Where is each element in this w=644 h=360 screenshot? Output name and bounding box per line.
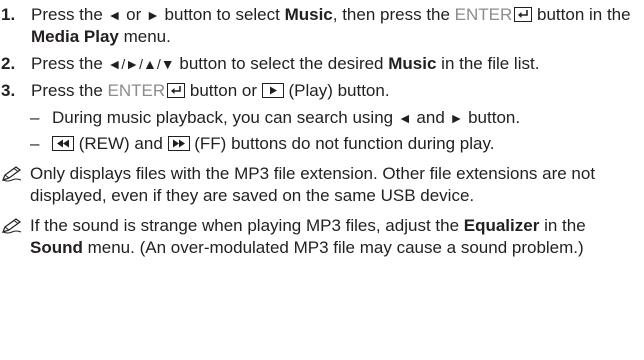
- pencil-note-icon: [0, 163, 30, 185]
- text-run: During music playback, you can search us…: [52, 108, 398, 127]
- text-run: If the sound is strange when playing MP3…: [30, 216, 464, 235]
- enter-key-icon: [514, 7, 533, 22]
- enter-label: ENTER: [107, 81, 166, 100]
- left-arrow-glyph: ◄: [107, 7, 122, 23]
- pencil-note-icon: [0, 215, 30, 237]
- enter-key-icon: [167, 83, 186, 98]
- text-run: menu.: [118, 27, 171, 46]
- text-run: button to select: [159, 5, 285, 24]
- right-arrow-glyph: ►: [145, 7, 160, 23]
- fast-forward-button-icon: [167, 136, 190, 151]
- keyword-music: Music: [388, 54, 437, 73]
- note-2: If the sound is strange when playing MP3…: [0, 215, 636, 259]
- note-text: Only displays files with the MP3 file ex…: [30, 164, 596, 205]
- text-run: button to select the desired: [174, 54, 389, 73]
- keyword-sound: Sound: [30, 238, 83, 257]
- step-number: 3.: [1, 81, 16, 100]
- play-button-icon: [261, 83, 284, 98]
- text-run: (REW) and: [74, 134, 168, 153]
- dash-marker: –: [30, 108, 40, 127]
- keyword-music: Music: [284, 5, 333, 24]
- step-3: 3. Press the ENTER button or (Play) butt…: [0, 80, 636, 102]
- rewind-button-icon: [52, 136, 74, 151]
- step-text: Press the ENTER button or (Play) button.: [31, 80, 636, 102]
- right-arrow-glyph: ►: [449, 110, 464, 126]
- text-run: button in the: [532, 5, 631, 24]
- sub-item-2: – (REW) and (FF) buttons do not function…: [30, 133, 636, 155]
- dash-marker: –: [30, 134, 40, 153]
- text-run: in the file list.: [436, 54, 540, 73]
- direction-arrows-glyph: ◄/►/▲/▼: [107, 56, 175, 72]
- text-run: (FF) buttons do not function during play…: [189, 134, 495, 153]
- text-run: in the: [539, 216, 586, 235]
- text-run: menu. (An over-modulated MP3 file may ca…: [82, 238, 584, 257]
- text-run: and: [411, 108, 450, 127]
- instruction-page: 1. Press the ◄ or ► button to select Mus…: [0, 0, 644, 360]
- text-run: (Play) button.: [283, 81, 390, 100]
- step-text: Press the ◄/►/▲/▼ button to select the d…: [31, 53, 636, 75]
- text-run: Press the: [31, 81, 108, 100]
- enter-label: ENTER: [454, 5, 513, 24]
- note-1: Only displays files with the MP3 file ex…: [0, 163, 636, 207]
- sub-item-text: (REW) and (FF) buttons do not function d…: [52, 133, 494, 155]
- step-1: 1. Press the ◄ or ► button to select Mus…: [0, 4, 636, 48]
- sub-item-text: During music playback, you can search us…: [52, 107, 520, 129]
- text-run: Press the: [31, 5, 108, 24]
- step-number: 2.: [1, 54, 16, 73]
- keyword-media-play: Media Play: [31, 27, 119, 46]
- keyword-equalizer: Equalizer: [463, 216, 540, 235]
- text-run: Press the: [31, 54, 108, 73]
- step-2: 2. Press the ◄/►/▲/▼ button to select th…: [0, 53, 636, 75]
- text-run: , then press the: [332, 5, 455, 24]
- step-number: 1.: [1, 5, 16, 24]
- sub-item-1: – During music playback, you can search …: [30, 107, 636, 129]
- left-arrow-glyph: ◄: [397, 110, 412, 126]
- note-text: If the sound is strange when playing MP3…: [30, 215, 636, 259]
- text-run: or: [121, 5, 146, 24]
- text-run: button or: [185, 81, 262, 100]
- step-text: Press the ◄ or ► button to select Music,…: [31, 4, 636, 48]
- text-run: button.: [463, 108, 521, 127]
